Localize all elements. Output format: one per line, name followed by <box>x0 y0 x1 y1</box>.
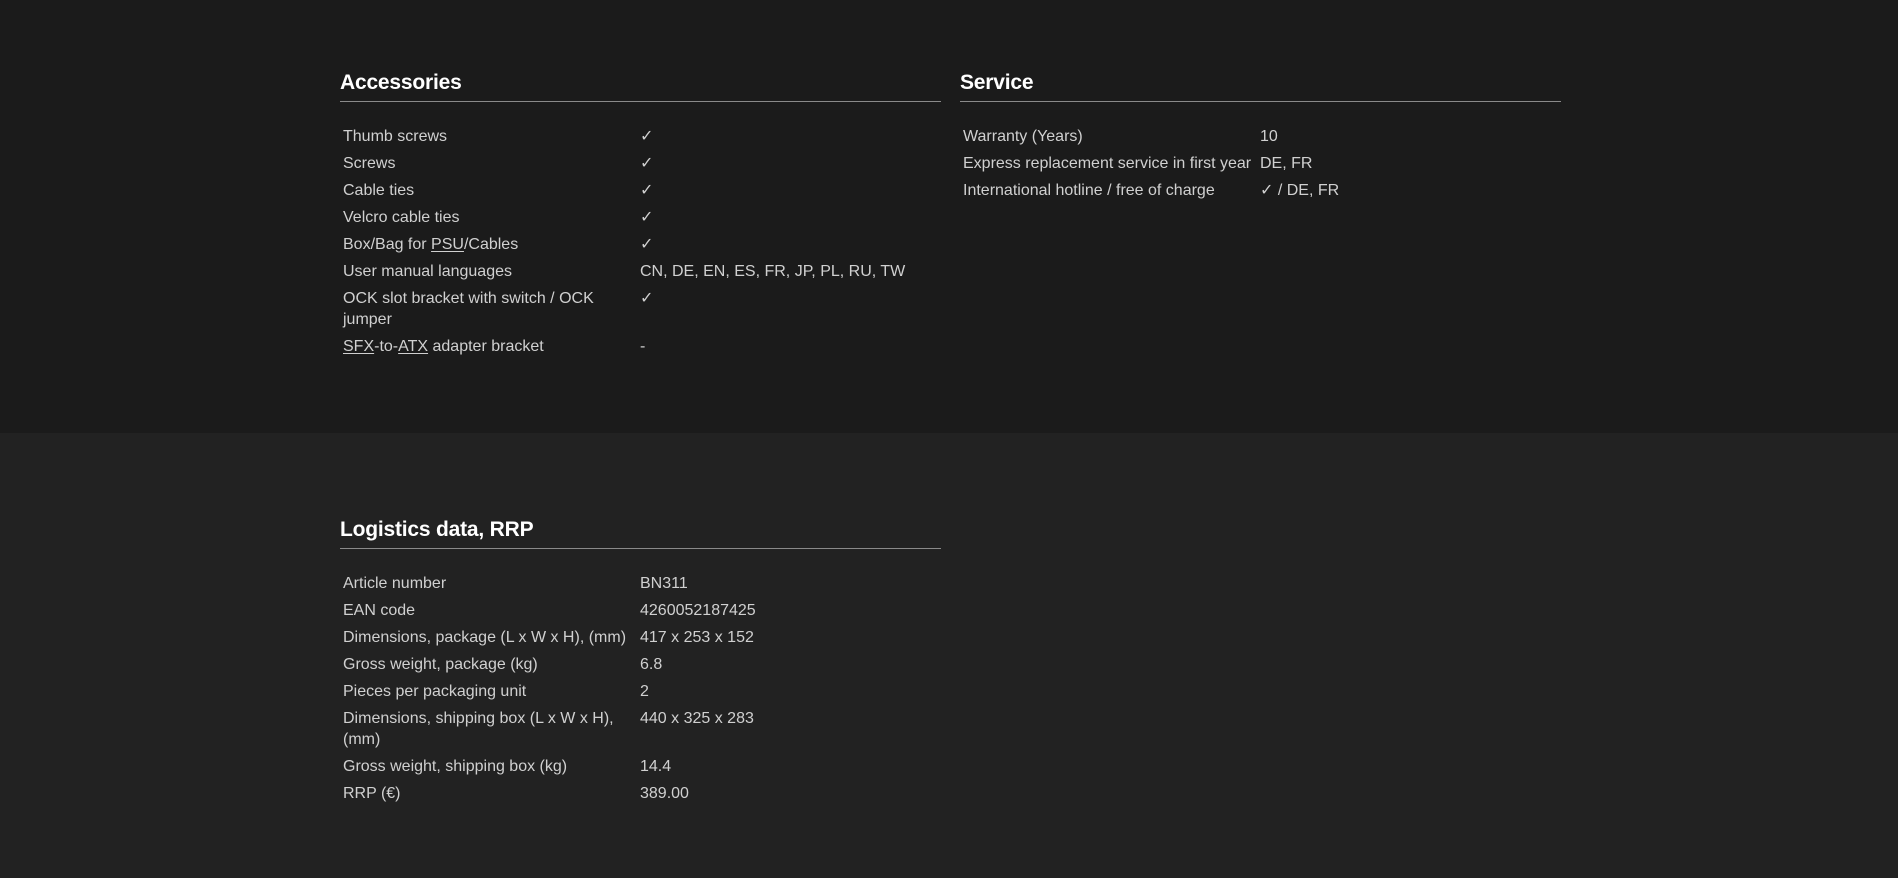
spec-key: User manual languages <box>343 263 512 280</box>
table-row: Pieces per packaging unit 2 <box>340 681 941 708</box>
spec-key: Article number <box>343 575 447 592</box>
accessories-title: Accessories <box>340 66 941 102</box>
spec-value: ✓ / DE, FR <box>1260 182 1340 199</box>
spec-value: 440 x 325 x 283 <box>640 710 754 727</box>
spec-value: DE, FR <box>1260 155 1313 172</box>
spec-key: Warranty (Years) <box>963 128 1083 145</box>
spec-key: Cable ties <box>343 182 415 199</box>
sfx-abbreviation-link[interactable]: SFX <box>343 338 374 355</box>
accessories-table: Thumb screws ✓ Screws ✓ Cable ties ✓ Vel… <box>340 126 941 363</box>
logistics-table: Article number BN311 EAN code 4260052187… <box>340 573 941 810</box>
spec-value: ✓ <box>640 155 654 172</box>
table-row: Gross weight, package (kg) 6.8 <box>340 654 941 681</box>
spec-key: Express replacement service in first yea… <box>963 155 1252 172</box>
spec-key: RRP (€) <box>343 785 401 802</box>
accessories-section: Accessories Thumb screws ✓ Screws ✓ Cabl… <box>340 66 941 363</box>
spec-key: International hotline / free of charge <box>963 182 1215 199</box>
spec-key: Gross weight, package (kg) <box>343 656 538 673</box>
spec-value: 14.4 <box>640 758 672 775</box>
logistics-section: Logistics data, RRP Article number BN311… <box>340 513 941 810</box>
spec-value: 10 <box>1260 128 1278 145</box>
spec-value: BN311 <box>640 575 688 592</box>
table-row: Screws ✓ <box>340 153 941 180</box>
spec-value: ✓ <box>640 290 654 307</box>
logistics-title: Logistics data, RRP <box>340 513 941 549</box>
spec-value: 417 x 253 x 152 <box>640 629 754 646</box>
service-table: Warranty (Years) 10 Express replacement … <box>960 126 1561 207</box>
service-title: Service <box>960 66 1561 102</box>
spec-value: 2 <box>640 683 649 700</box>
atx-abbreviation-link[interactable]: ATX <box>398 338 428 355</box>
spec-key: SFX-to-ATX adapter bracket <box>343 336 640 363</box>
spec-key: EAN code <box>343 602 416 619</box>
spec-key: Dimensions, shipping box (L x W x H), (m… <box>343 710 614 748</box>
spec-key: Velcro cable ties <box>343 209 460 226</box>
table-row: Article number BN311 <box>340 573 941 600</box>
logistics-band <box>0 433 1898 878</box>
spec-key-text: /Cables <box>463 236 519 253</box>
table-row: Box/Bag for PSU/Cables ✓ <box>340 234 941 261</box>
spec-key: Dimensions, package (L x W x H), (mm) <box>343 629 627 646</box>
spec-key: OCK slot bracket with switch / OCK jumpe… <box>343 290 594 328</box>
spec-value: ✓ <box>640 182 654 199</box>
table-row: International hotline / free of charge ✓… <box>960 180 1561 207</box>
spec-value: ✓ <box>640 209 654 226</box>
spec-value: 4260052187425 <box>640 602 756 619</box>
accessories-service-band <box>0 0 1898 433</box>
table-row: OCK slot bracket with switch / OCK jumpe… <box>340 288 941 336</box>
table-row: SFX-to-ATX adapter bracket - <box>340 336 941 363</box>
psu-abbreviation-link[interactable]: PSU <box>431 236 464 253</box>
table-row: Gross weight, shipping box (kg) 14.4 <box>340 756 941 783</box>
table-row: Dimensions, package (L x W x H), (mm) 41… <box>340 627 941 654</box>
spec-value: ✓ <box>640 236 654 253</box>
table-row: RRP (€) 389.00 <box>340 783 941 810</box>
spec-key-text: -to- <box>374 338 399 355</box>
spec-value: 6.8 <box>640 656 663 673</box>
spec-key-text: Box/Bag for <box>343 236 432 253</box>
table-row: Velcro cable ties ✓ <box>340 207 941 234</box>
table-row: Dimensions, shipping box (L x W x H), (m… <box>340 708 941 756</box>
table-row: Cable ties ✓ <box>340 180 941 207</box>
spec-key: Gross weight, shipping box (kg) <box>343 758 568 775</box>
table-row: Express replacement service in first yea… <box>960 153 1561 180</box>
spec-key: Box/Bag for PSU/Cables <box>343 234 640 261</box>
service-section: Service Warranty (Years) 10 Express repl… <box>960 66 1561 207</box>
spec-value: CN, DE, EN, ES, FR, JP, PL, RU, TW <box>640 263 906 280</box>
table-row: Warranty (Years) 10 <box>960 126 1561 153</box>
table-row: Thumb screws ✓ <box>340 126 941 153</box>
spec-key: Screws <box>343 155 396 172</box>
table-row: User manual languages CN, DE, EN, ES, FR… <box>340 261 941 288</box>
spec-key-text: adapter bracket <box>428 338 544 355</box>
spec-value: - <box>640 338 646 355</box>
spec-value: ✓ <box>640 128 654 145</box>
spec-key: Thumb screws <box>343 128 448 145</box>
spec-value: 389.00 <box>640 785 689 802</box>
table-row: EAN code 4260052187425 <box>340 600 941 627</box>
spec-key: Pieces per packaging unit <box>343 683 527 700</box>
